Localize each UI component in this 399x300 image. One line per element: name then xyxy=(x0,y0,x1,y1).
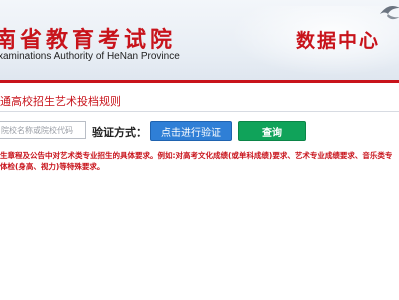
click-to-verify-button[interactable]: 点击进行验证 xyxy=(150,121,232,141)
header-divider xyxy=(0,80,399,83)
query-button[interactable]: 查询 xyxy=(238,121,306,141)
section-divider xyxy=(0,111,399,112)
site-subtitle: xaminations Authority of HeNan Province xyxy=(0,51,180,62)
bird-icon xyxy=(380,6,399,20)
notice-line-2: 体检(身高、视力)等特殊要求。 xyxy=(0,162,105,171)
site-title: 南省教育考试院 xyxy=(0,27,177,53)
data-center-title: 数据中心 xyxy=(296,30,381,52)
site-header: 南省教育考试院 xaminations Authority of HeNan P… xyxy=(0,0,399,80)
school-search-input[interactable] xyxy=(0,121,86,139)
notice-line-1: 生章程及公告中对艺术类专业招生的具体要求。例如:对高考文化成绩(或单科成绩)要求… xyxy=(0,151,393,160)
page-title: 通高校招生艺术投档规则 xyxy=(0,95,121,108)
verify-method-label: 验证方式： xyxy=(92,126,147,139)
notice-text: 生章程及公告中对艺术类专业招生的具体要求。例如:对高考文化成绩(或单科成绩)要求… xyxy=(0,150,399,172)
